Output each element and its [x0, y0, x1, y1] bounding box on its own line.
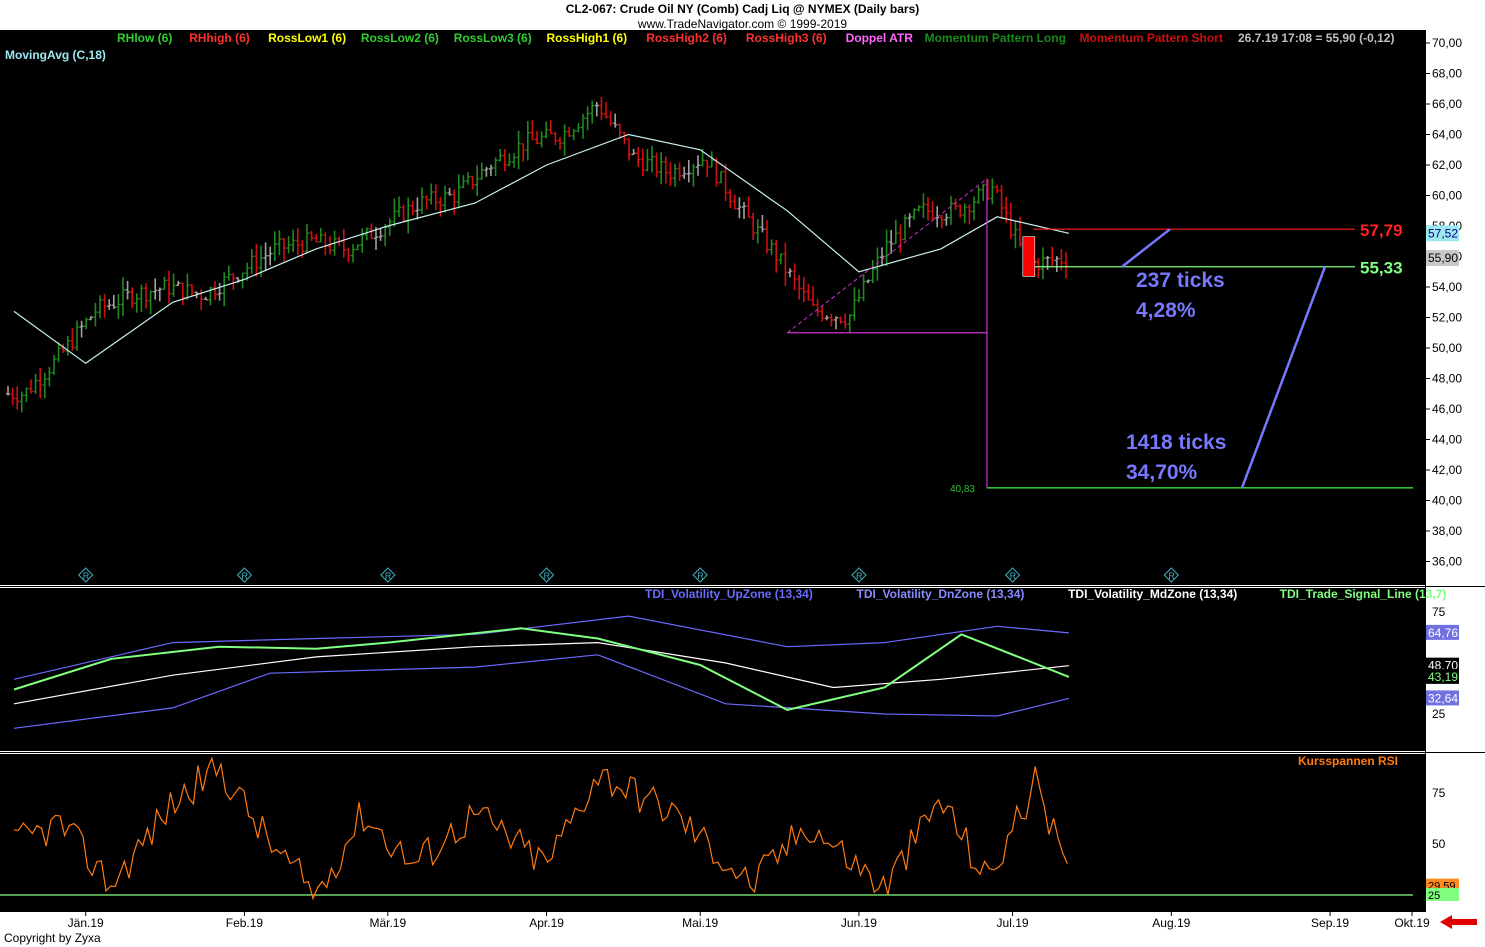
x-tick-label: Feb.19: [226, 916, 264, 930]
level-label-resistance: 57,79: [1360, 221, 1403, 240]
copyright: Copyright by Zyxa: [4, 931, 101, 945]
x-tick-label: Mai.19: [682, 916, 718, 930]
x-tick-label: Jän.19: [68, 916, 104, 930]
x-tick-label: Apr.19: [529, 916, 564, 930]
price-tick-label: 42,00: [1432, 463, 1462, 477]
tdi-badge-label: 43,19: [1428, 670, 1458, 684]
x-tick-label: Jun.19: [841, 916, 877, 930]
price-tick-label: 38,00: [1432, 524, 1462, 538]
legend-item: RossHigh2 (6): [646, 31, 727, 45]
level-label-support: 55,33: [1360, 259, 1403, 278]
price-tick-label: 52,00: [1432, 311, 1462, 325]
price-tick-label: 60,00: [1432, 189, 1462, 203]
tdi-tick-label: 75: [1432, 605, 1446, 619]
tdi-badge-label: 32,64: [1428, 691, 1458, 705]
price-tick-label: 68,00: [1432, 67, 1462, 81]
annotation-ticks-short: 237 ticks: [1136, 269, 1225, 292]
report-marker-label: R: [1168, 571, 1175, 581]
legend-item: RossLow1 (6): [268, 31, 346, 45]
legend-item: Momentum Pattern Short: [1080, 31, 1223, 45]
price-tick-label: 62,00: [1432, 158, 1462, 172]
signal-box: [1022, 236, 1036, 277]
tdi-legend-item: TDI_Volatility_DnZone (13,34): [857, 587, 1025, 601]
x-tick-label: Okt.19: [1394, 916, 1430, 930]
legend-item: Doppel ATR: [846, 31, 914, 45]
x-tick-label: Jul.19: [997, 916, 1029, 930]
price-badge-label: 57,52: [1428, 226, 1458, 240]
x-tick-label: Sep.19: [1311, 916, 1349, 930]
tdi-legend-item: TDI_Trade_Signal_Line (13,7): [1280, 587, 1447, 601]
legend-item: RossHigh1 (6): [547, 31, 628, 45]
annotation-ticks-long: 1418 ticks: [1126, 431, 1226, 454]
legend-item: RHlow (6): [117, 31, 172, 45]
moving-average-label: MovingAvg (C,18): [5, 48, 106, 62]
report-marker-label: R: [83, 571, 90, 581]
rsi-legend: Kursspannen RSI: [1298, 754, 1398, 768]
price-tick-label: 64,00: [1432, 128, 1462, 142]
price-tick-label: 48,00: [1432, 372, 1462, 386]
report-marker-label: R: [697, 571, 704, 581]
price-tick-label: 46,00: [1432, 402, 1462, 416]
report-marker-label: R: [1010, 571, 1017, 581]
report-marker-label: R: [385, 571, 392, 581]
main-panel-bg: [0, 30, 1425, 585]
level-label-target: 40,83: [950, 484, 975, 495]
price-tick-label: 70,00: [1432, 36, 1462, 50]
price-tick-label: 44,00: [1432, 433, 1462, 447]
rsi-badge-label: 25: [1428, 890, 1440, 902]
price-tick-label: 66,00: [1432, 97, 1462, 111]
tdi-legend-item: TDI_Volatility_UpZone (13,34): [645, 587, 813, 601]
legend-item: RossLow2 (6): [361, 31, 439, 45]
legend-item: 26.7.19 17:08 = 55,90 (-0,12): [1238, 31, 1394, 45]
rsi-tick-label: 75: [1432, 786, 1446, 800]
report-marker-label: R: [856, 571, 863, 581]
tdi-badge-label: 64,76: [1428, 626, 1458, 640]
legend-item: Momentum Pattern Long: [925, 31, 1066, 45]
price-tick-label: 50,00: [1432, 341, 1462, 355]
legend-item: RHhigh (6): [189, 31, 250, 45]
chart-canvas: 57,79 55,33 40,83 237 ticks 4,28% 1418 ticks 3…: [0, 30, 1485, 930]
tdi-tick-label: 25: [1432, 707, 1446, 721]
x-tick-label: Aug.19: [1152, 916, 1190, 930]
report-marker-label: R: [544, 571, 551, 581]
scroll-arrow-icon[interactable]: [1440, 915, 1477, 929]
report-marker-label: R: [241, 571, 248, 581]
annotation-percent-long: 34,70%: [1126, 461, 1198, 484]
tdi-legend-item: TDI_Volatility_MdZone (13,34): [1068, 587, 1237, 601]
annotation-percent-short: 4,28%: [1136, 299, 1196, 322]
legend-item: RossLow3 (6): [454, 31, 532, 45]
price-tick-label: 40,00: [1432, 494, 1462, 508]
price-tick-label: 54,00: [1432, 280, 1462, 294]
legend-item: RossHigh3 (6): [746, 31, 827, 45]
rsi-panel-bg: [0, 754, 1425, 912]
price-tick-label: 36,00: [1432, 555, 1462, 569]
rsi-tick-label: 50: [1432, 837, 1446, 851]
x-tick-label: Mär.19: [369, 916, 406, 930]
price-badge-label: 55,90: [1428, 251, 1458, 265]
